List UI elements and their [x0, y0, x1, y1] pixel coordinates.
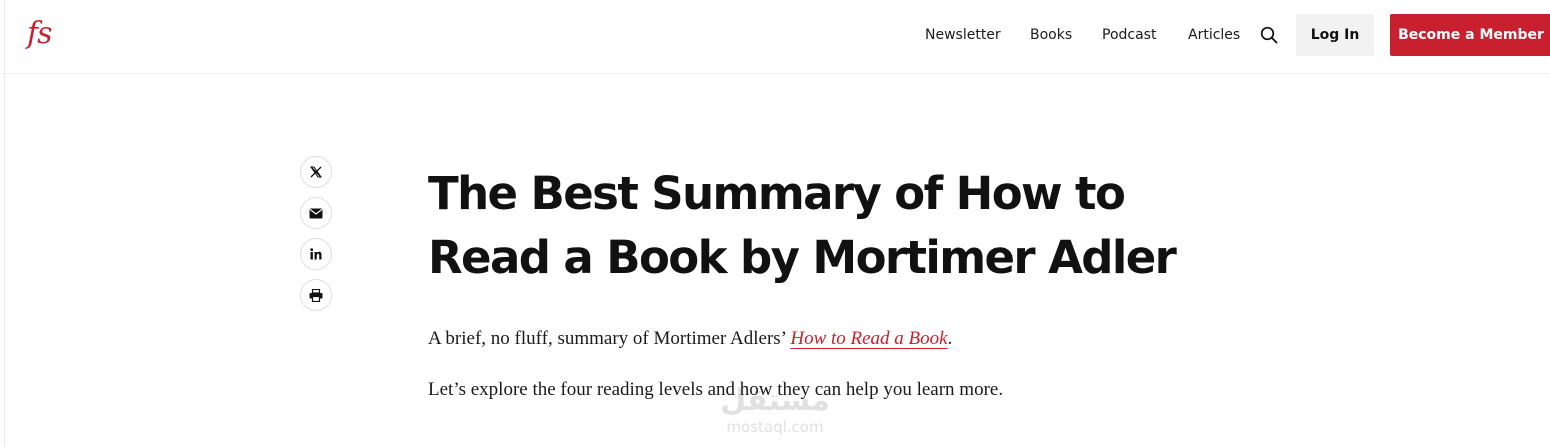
share-linkedin-button[interactable] — [300, 238, 332, 270]
nav-link-newsletter[interactable]: Newsletter — [925, 25, 1001, 45]
printer-icon — [309, 288, 323, 302]
login-button[interactable]: Log In — [1296, 14, 1374, 56]
become-member-button[interactable]: Become a Member — [1390, 14, 1550, 56]
print-button[interactable] — [300, 279, 332, 311]
linkedin-icon — [310, 248, 322, 260]
share-x-button[interactable] — [300, 156, 332, 188]
share-rail — [300, 156, 332, 320]
envelope-icon — [309, 208, 323, 218]
x-twitter-icon — [310, 166, 322, 178]
article-main: The Best Summary of How to Read a Book b… — [428, 162, 1188, 403]
search-icon — [1260, 26, 1278, 44]
search-button[interactable] — [1258, 24, 1280, 46]
nav-link-books[interactable]: Books — [1030, 25, 1072, 45]
site-logo[interactable]: fs — [27, 14, 52, 54]
intro-text: A brief, no fluff, summary of Mortimer A… — [428, 328, 791, 349]
intro-paragraph: A brief, no fluff, summary of Mortimer A… — [428, 326, 1188, 352]
nav-link-articles[interactable]: Articles — [1188, 25, 1240, 45]
share-email-button[interactable] — [300, 197, 332, 229]
watermark-latin: mostaql.com — [726, 418, 824, 436]
second-paragraph: Let’s explore the four reading levels an… — [428, 379, 1004, 400]
book-link[interactable]: How to Read a Book — [790, 328, 947, 349]
intro-period: . — [947, 328, 953, 349]
article-title: The Best Summary of How to Read a Book b… — [428, 167, 1177, 284]
nav-link-podcast[interactable]: Podcast — [1102, 25, 1156, 45]
site-header: fs Newsletter Books Podcast Articles Log… — [0, 0, 1550, 74]
